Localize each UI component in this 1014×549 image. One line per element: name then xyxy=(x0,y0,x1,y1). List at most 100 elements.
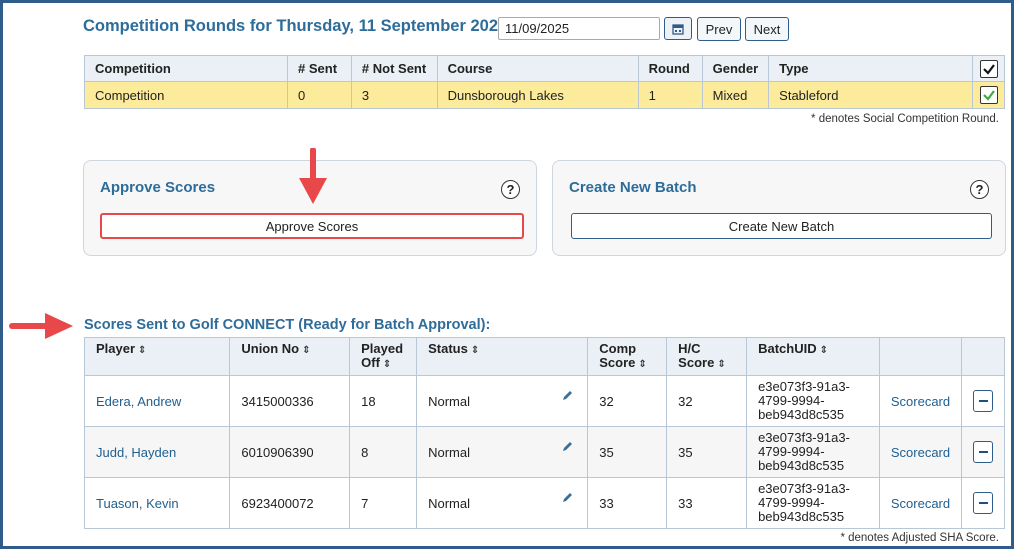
cell-scorecard: Scorecard xyxy=(878,426,963,478)
cell-status: Normal xyxy=(416,375,589,427)
col-player[interactable]: Player ⇕ xyxy=(83,337,231,376)
competition-table-header: Competition # Sent # Not Sent Course Rou… xyxy=(83,55,1005,82)
sort-icon: ⇕ xyxy=(717,359,726,370)
page-title: Competition Rounds for Thursday, 11 Sept… xyxy=(83,17,508,35)
cell-remove xyxy=(961,477,1005,529)
cell-played-off: 8 xyxy=(349,426,418,478)
social-round-note: * denotes Social Competition Round. xyxy=(811,113,999,125)
cell-hc-score: 33 xyxy=(666,477,748,529)
sort-icon: ⇕ xyxy=(819,345,828,356)
col-played-off[interactable]: Played Off ⇕ xyxy=(349,337,418,376)
page-frame: Competition Rounds for Thursday, 11 Sept… xyxy=(0,0,1014,549)
sort-icon: ⇕ xyxy=(382,359,392,370)
remove-button[interactable] xyxy=(973,390,994,412)
batch-panel-title: Create New Batch xyxy=(569,179,697,196)
cell-comp-score: 33 xyxy=(587,477,668,529)
cell-status: Normal xyxy=(416,426,589,478)
cell-course: Dunsborough Lakes xyxy=(436,81,639,109)
sha-score-note: * denotes Adjusted SHA Score. xyxy=(840,532,999,544)
help-icon[interactable]: ? xyxy=(501,180,520,199)
col-batch-uid[interactable]: BatchUID ⇕ xyxy=(746,337,880,376)
cell-competition: Competition xyxy=(83,81,289,109)
score-row: Tuason, Kevin 6923400072 7 Normal 33 33 … xyxy=(83,477,1005,529)
competition-row[interactable]: Competition 0 3 Dunsborough Lakes 1 Mixe… xyxy=(83,81,1005,109)
check-icon xyxy=(982,63,995,75)
scores-section-title: Scores Sent to Golf CONNECT (Ready for B… xyxy=(84,317,491,333)
minus-icon xyxy=(978,451,988,453)
cell-batch-uid: e3e073f3-91a3- 4799-9994- beb943d8c535 xyxy=(746,375,880,427)
scores-table: Player ⇕ Union No ⇕ Played Off ⇕ Status ⇕ Com… xyxy=(83,337,1005,529)
col-status[interactable]: Status ⇕ xyxy=(416,337,589,376)
cell-type: Stableford xyxy=(768,81,974,109)
calendar-button[interactable] xyxy=(664,17,692,40)
pencil-icon[interactable] xyxy=(562,441,573,452)
cell-scorecard: Scorecard xyxy=(878,477,963,529)
next-button[interactable]: Next xyxy=(745,17,789,41)
annotation-arrow-right-icon xyxy=(9,313,73,339)
cell-not-sent: 3 xyxy=(350,81,438,109)
cell-remove xyxy=(961,426,1005,478)
pencil-icon[interactable] xyxy=(562,390,573,401)
col-type: Type xyxy=(768,55,974,82)
col-course: Course xyxy=(436,55,639,82)
cell-status: Normal xyxy=(416,477,589,529)
date-input[interactable] xyxy=(498,17,660,40)
row-checkbox[interactable] xyxy=(979,86,998,104)
col-union-no[interactable]: Union No ⇕ xyxy=(229,337,351,376)
score-row: Edera, Andrew 3415000336 18 Normal 32 32… xyxy=(83,375,1005,427)
cell-player[interactable]: Tuason, Kevin xyxy=(83,477,231,529)
sort-icon: ⇕ xyxy=(302,345,311,356)
cell-scorecard: Scorecard xyxy=(878,375,963,427)
cell-batch-uid: e3e073f3-91a3- 4799-9994- beb943d8c535 xyxy=(746,426,880,478)
create-batch-panel: Create New Batch ? Create New Batch xyxy=(552,160,1006,256)
scorecard-link[interactable]: Scorecard xyxy=(891,445,950,460)
remove-button[interactable] xyxy=(973,441,994,463)
cell-gender: Mixed xyxy=(701,81,770,109)
player-link[interactable]: Edera, Andrew xyxy=(96,394,181,409)
col-comp-score[interactable]: Comp Score ⇕ xyxy=(587,337,668,376)
player-link[interactable]: Tuason, Kevin xyxy=(96,496,179,511)
col-gender: Gender xyxy=(701,55,770,82)
create-new-batch-button[interactable]: Create New Batch xyxy=(571,213,992,239)
scorecard-link[interactable]: Scorecard xyxy=(891,496,950,511)
cell-union-no: 6923400072 xyxy=(229,477,351,529)
col-sent: # Sent xyxy=(287,55,352,82)
cell-remove xyxy=(961,375,1005,427)
pencil-icon[interactable] xyxy=(562,492,573,503)
cell-sent: 0 xyxy=(287,81,352,109)
col-competition: Competition xyxy=(83,55,289,82)
cell-comp-score: 35 xyxy=(587,426,668,478)
minus-icon xyxy=(978,502,988,504)
scorecard-link[interactable]: Scorecard xyxy=(891,394,950,409)
select-all-checkbox[interactable] xyxy=(979,59,998,78)
help-icon[interactable]: ? xyxy=(970,180,989,199)
cell-batch-uid: e3e073f3-91a3- 4799-9994- beb943d8c535 xyxy=(746,477,880,529)
cell-player[interactable]: Edera, Andrew xyxy=(83,375,231,427)
cell-union-no: 6010906390 xyxy=(229,426,351,478)
cell-comp-score: 32 xyxy=(587,375,668,427)
cell-played-off: 7 xyxy=(349,477,418,529)
sort-icon: ⇕ xyxy=(470,345,480,356)
score-row: Judd, Hayden 6010906390 8 Normal 35 35 e… xyxy=(83,426,1005,478)
cell-union-no: 3415000336 xyxy=(229,375,351,427)
col-remove xyxy=(961,337,1005,376)
player-link[interactable]: Judd, Hayden xyxy=(96,445,176,460)
col-hc-score[interactable]: H/C Score ⇕ xyxy=(666,337,748,376)
col-scorecard xyxy=(878,337,963,376)
check-icon xyxy=(982,90,995,101)
col-not-sent: # Not Sent xyxy=(350,55,438,82)
remove-button[interactable] xyxy=(973,492,994,514)
cell-round: 1 xyxy=(637,81,703,109)
col-select-all xyxy=(972,55,1005,82)
cell-played-off: 18 xyxy=(349,375,418,427)
cell-hc-score: 32 xyxy=(666,375,748,427)
minus-icon xyxy=(978,400,988,402)
calendar-icon xyxy=(672,23,684,35)
sort-icon: ⇕ xyxy=(638,359,647,370)
approve-scores-button[interactable]: Approve Scores xyxy=(100,213,524,239)
cell-hc-score: 35 xyxy=(666,426,748,478)
annotation-arrow-down-icon xyxy=(299,148,327,204)
cell-player[interactable]: Judd, Hayden xyxy=(83,426,231,478)
scores-table-header: Player ⇕ Union No ⇕ Played Off ⇕ Status ⇕ Com… xyxy=(83,337,1005,376)
prev-button[interactable]: Prev xyxy=(697,17,741,41)
